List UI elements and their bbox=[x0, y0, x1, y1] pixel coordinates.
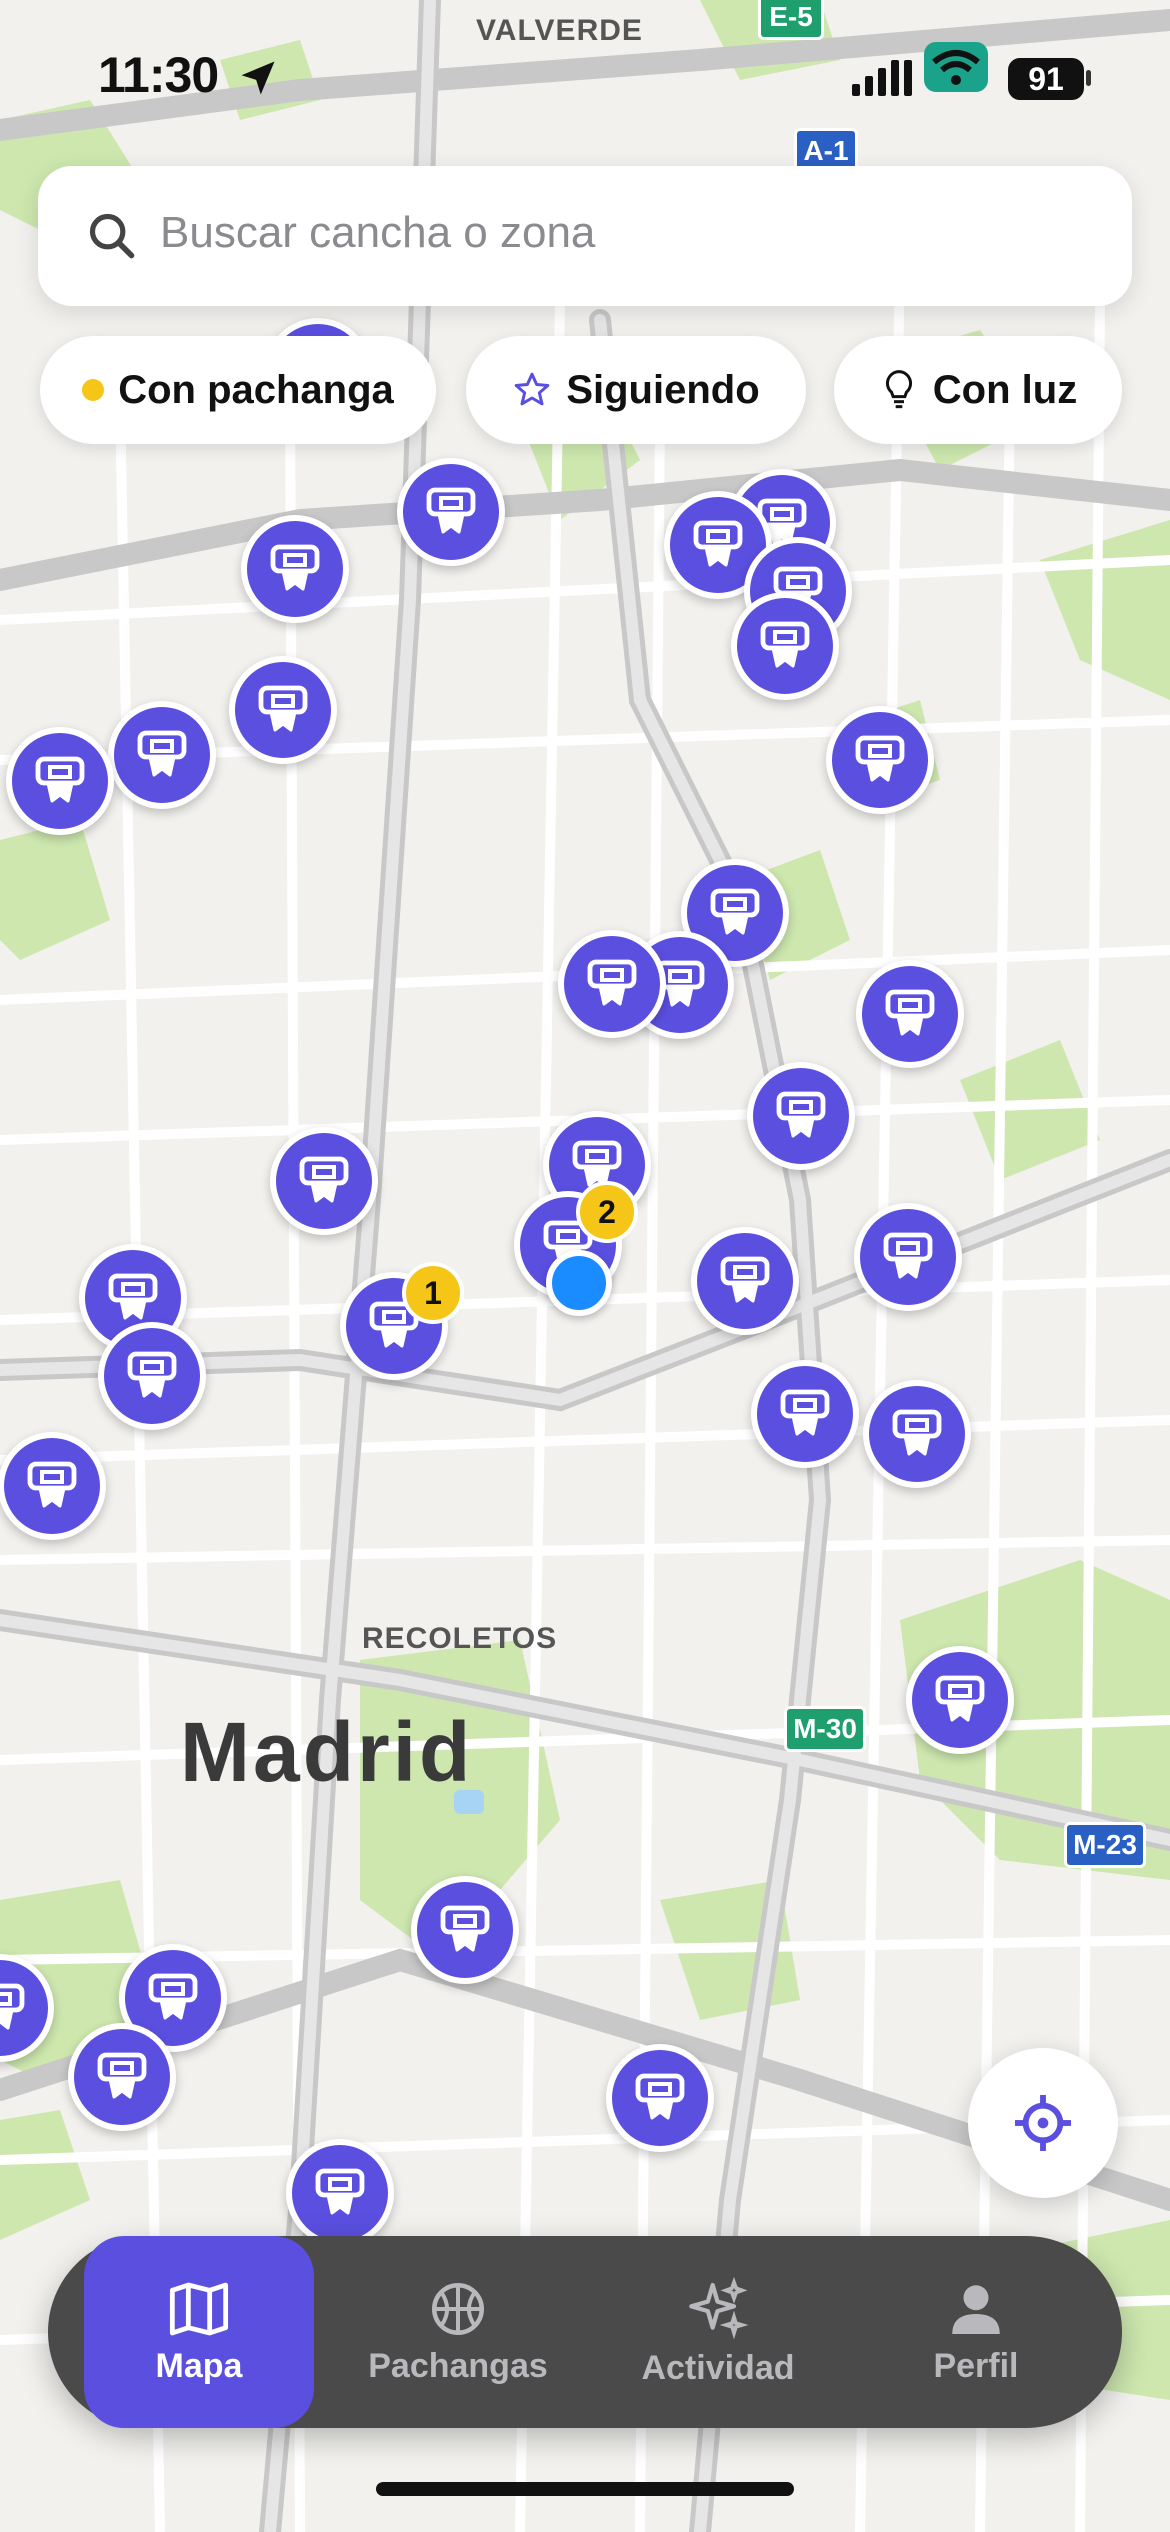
tab-mapa[interactable]: Mapa bbox=[84, 2236, 314, 2428]
basketball-hoop-icon bbox=[776, 1091, 826, 1138]
activity-count-badge: 2 bbox=[576, 1181, 638, 1243]
basketball-hoop-icon bbox=[299, 1156, 349, 1203]
filter-chip-con-luz[interactable]: Con luz bbox=[834, 336, 1122, 444]
court-marker[interactable] bbox=[286, 2139, 394, 2247]
wifi-icon bbox=[924, 42, 988, 92]
basketball-hoop-icon bbox=[883, 1232, 933, 1279]
court-marker[interactable] bbox=[270, 1127, 378, 1235]
basketball-hoop-icon bbox=[148, 1973, 198, 2020]
court-marker[interactable] bbox=[411, 1876, 519, 1984]
basketball-hoop-icon bbox=[27, 1461, 77, 1508]
tab-label: Pachangas bbox=[368, 2346, 548, 2385]
lightbulb-icon bbox=[885, 370, 912, 409]
cellular-signal-icon bbox=[852, 60, 912, 96]
basketball-hoop-icon bbox=[35, 756, 85, 803]
court-marker[interactable] bbox=[691, 1227, 799, 1335]
city-label: Madrid bbox=[180, 1705, 474, 1799]
basketball-hoop-icon bbox=[720, 1256, 770, 1303]
basketball-hoop-icon bbox=[270, 544, 320, 591]
star-icon bbox=[514, 372, 550, 406]
basketball-hoop-icon bbox=[258, 685, 308, 732]
court-marker[interactable] bbox=[856, 960, 964, 1068]
court-marker[interactable] bbox=[751, 1360, 859, 1468]
filter-chip-label: Con luz bbox=[932, 367, 1078, 412]
person-icon bbox=[952, 2284, 1000, 2334]
court-marker[interactable]: 1 bbox=[340, 1262, 464, 1380]
status-time: 11:30 bbox=[98, 47, 219, 103]
status-bar: 11:30 91 bbox=[0, 0, 1170, 150]
crosshair-icon bbox=[1015, 2095, 1071, 2151]
court-marker[interactable] bbox=[826, 706, 934, 814]
tab-perfil[interactable]: Perfil bbox=[861, 2236, 1091, 2428]
tab-label: Actividad bbox=[641, 2348, 795, 2387]
court-marker[interactable] bbox=[606, 2044, 714, 2152]
filter-chip-con-pachanga[interactable]: Con pachanga bbox=[40, 336, 436, 444]
basketball-hoop-icon bbox=[885, 989, 935, 1036]
basketball-hoop-icon bbox=[710, 888, 760, 935]
road-shield-m30: M-30 bbox=[784, 1706, 866, 1752]
court-marker[interactable] bbox=[397, 458, 505, 566]
basketball-hoop-icon bbox=[0, 1983, 25, 2030]
court-marker[interactable] bbox=[0, 1432, 106, 1540]
battery-tip bbox=[1086, 70, 1091, 86]
road-shield-m23: M-23 bbox=[1064, 1822, 1146, 1868]
user-location-dot bbox=[546, 1250, 612, 1316]
battery-indicator: 91 bbox=[1008, 58, 1084, 100]
district-label-recoletos: RECOLETOS bbox=[362, 1622, 558, 1655]
basketball-hoop-icon bbox=[97, 2052, 147, 2099]
home-indicator bbox=[376, 2482, 794, 2496]
basketball-hoop-icon bbox=[635, 2073, 685, 2120]
tab-label: Perfil bbox=[933, 2346, 1019, 2385]
basketball-hoop-icon bbox=[587, 959, 637, 1006]
filter-chip-siguiendo[interactable]: Siguiendo bbox=[466, 336, 806, 444]
search-input[interactable]: Buscar cancha o zona bbox=[160, 208, 595, 258]
filter-chip-label: Siguiendo bbox=[566, 367, 760, 412]
tab-bar: Mapa Pachangas Actividad Perfil bbox=[48, 2236, 1122, 2428]
court-marker[interactable] bbox=[731, 592, 839, 700]
court-marker[interactable] bbox=[906, 1646, 1014, 1754]
search-icon bbox=[89, 213, 135, 259]
yellow-dot-icon bbox=[82, 379, 105, 401]
court-marker[interactable] bbox=[229, 656, 337, 764]
filter-chip-label: Con pachanga bbox=[118, 367, 394, 412]
basketball-hoop-icon bbox=[108, 1273, 158, 1320]
basketball-hoop-icon bbox=[440, 1905, 490, 1952]
court-marker[interactable] bbox=[558, 930, 666, 1038]
basketball-icon bbox=[432, 2282, 484, 2335]
basketball-hoop-icon bbox=[855, 735, 905, 782]
sparkles-icon bbox=[689, 2276, 749, 2339]
locate-me-button[interactable] bbox=[968, 2048, 1118, 2198]
court-marker[interactable] bbox=[747, 1062, 855, 1170]
court-marker[interactable] bbox=[241, 515, 349, 623]
map-icon bbox=[169, 2282, 229, 2335]
court-marker[interactable] bbox=[68, 2023, 176, 2131]
basketball-hoop-icon bbox=[137, 730, 187, 777]
basketball-hoop-icon bbox=[693, 520, 743, 567]
basketball-hoop-icon bbox=[780, 1389, 830, 1436]
tab-actividad[interactable]: Actividad bbox=[603, 2236, 833, 2428]
court-marker[interactable] bbox=[863, 1380, 971, 1488]
court-marker[interactable] bbox=[6, 727, 114, 835]
activity-count-badge: 1 bbox=[402, 1262, 464, 1324]
search-bar[interactable]: Buscar cancha o zona bbox=[38, 166, 1132, 306]
tab-pachangas[interactable]: Pachangas bbox=[343, 2236, 573, 2428]
basketball-hoop-icon bbox=[127, 1351, 177, 1398]
basketball-hoop-icon bbox=[426, 487, 476, 534]
basketball-hoop-icon bbox=[315, 2168, 365, 2215]
basketball-hoop-icon bbox=[760, 621, 810, 668]
court-marker[interactable] bbox=[854, 1203, 962, 1311]
court-marker[interactable] bbox=[98, 1322, 206, 1430]
location-arrow-icon bbox=[241, 61, 275, 95]
basketball-hoop-icon bbox=[935, 1675, 985, 1722]
tab-label: Mapa bbox=[155, 2346, 243, 2385]
basketball-hoop-icon bbox=[892, 1409, 942, 1456]
court-marker[interactable] bbox=[108, 701, 216, 809]
